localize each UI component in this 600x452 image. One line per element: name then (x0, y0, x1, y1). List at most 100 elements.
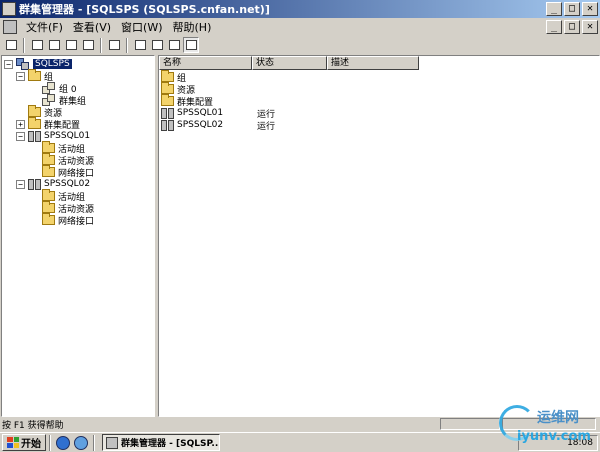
tree-label: SQLSPS (32, 58, 73, 70)
menu-view[interactable]: 查看(V) (68, 19, 116, 35)
item-status: 运行 (257, 121, 276, 132)
stop-icon (48, 40, 60, 50)
refresh-icon (108, 40, 120, 50)
tree-label: SPSSQL01 (44, 131, 91, 141)
window-title: 群集管理器 - [SQLSPS (SQLSPS.cnfan.net)] (19, 3, 270, 16)
tree-label: 网络接口 (58, 168, 95, 179)
item-name: 群集配置 (177, 97, 214, 108)
status-text: 按 F1 获得帮助 (2, 420, 64, 431)
doc-restore-button[interactable]: □ (564, 20, 580, 34)
stop-button[interactable] (46, 37, 62, 53)
tree-item-network-interfaces[interactable]: 网络接口 (42, 213, 94, 227)
taskbar-window-button[interactable]: 群集管理器 - [SQLSP... (102, 434, 220, 451)
connect-button[interactable] (3, 37, 19, 53)
clock: 18:08 (567, 438, 593, 448)
toolbar (0, 36, 600, 54)
toolbar-separator (126, 37, 128, 53)
server-icon (28, 130, 41, 142)
list-header: 名称 状态 描述 (159, 56, 419, 70)
minimize-button[interactable]: _ (546, 2, 562, 16)
column-header-name[interactable]: 名称 (159, 56, 252, 70)
details-view-icon (185, 40, 197, 50)
tree-item-network-interfaces[interactable]: 网络接口 (42, 165, 95, 179)
doc-minimize-button[interactable]: _ (546, 20, 562, 34)
folder-icon (28, 117, 41, 129)
maximize-button[interactable]: □ (564, 2, 580, 16)
list-item[interactable]: 组 (159, 70, 327, 84)
collapse-icon[interactable]: − (16, 179, 25, 189)
properties-button[interactable] (29, 37, 45, 53)
list-item[interactable]: SPSSQL01 运行 (159, 107, 327, 120)
close-button[interactable]: ✕ (582, 2, 598, 16)
menu-help[interactable]: 帮助(H) (168, 19, 217, 35)
cluster-admin-icon (2, 2, 16, 16)
group-icon (42, 94, 56, 106)
details-view-button[interactable] (183, 37, 199, 53)
list-item[interactable]: SPSSQL02 运行 (159, 119, 327, 132)
collapse-icon[interactable]: − (16, 71, 25, 81)
server-icon (28, 178, 41, 190)
folder-icon (161, 94, 174, 106)
show-desktop-icon[interactable] (74, 435, 88, 450)
group-icon (42, 82, 56, 94)
tree-pane[interactable]: − SQLSPS − 组 组 0 群集组 资源 + 群集配置 − SPSSQL0… (1, 55, 155, 417)
title-bar[interactable]: 群集管理器 - [SQLSPS (SQLSPS.cnfan.net)] _ □ … (0, 0, 600, 18)
menu-window[interactable]: 窗口(W) (116, 19, 167, 35)
taskbar-separator (49, 434, 51, 451)
delete-icon (65, 40, 77, 50)
doc-close-button[interactable]: ✕ (582, 20, 598, 34)
tree-label: 组 (44, 72, 54, 83)
folder-icon (28, 69, 41, 81)
properties-icon (31, 40, 43, 50)
taskbar: 开始 群集管理器 - [SQLSP... 18:08 (0, 432, 600, 452)
list-view-button[interactable] (166, 37, 182, 53)
tree-item-cluster-config[interactable]: + 群集配置 (16, 117, 81, 131)
small-icons-view-button[interactable] (149, 37, 165, 53)
new-button[interactable] (80, 37, 96, 53)
collapse-icon[interactable]: − (4, 59, 13, 69)
tree-item-node-spssql02[interactable]: − SPSSQL02 (16, 178, 90, 190)
tree-label: 群集配置 (44, 120, 81, 131)
folder-icon (42, 201, 55, 213)
folder-icon (42, 153, 55, 165)
internet-explorer-icon[interactable] (56, 435, 70, 450)
list-item[interactable]: 资源 (159, 82, 327, 96)
column-header-description[interactable]: 描述 (327, 56, 419, 70)
large-icons-view-button[interactable] (132, 37, 148, 53)
windows-logo-icon (7, 437, 19, 448)
expand-icon[interactable]: + (16, 119, 25, 129)
folder-icon (42, 189, 55, 201)
server-icon (161, 107, 174, 119)
tree-item-groups[interactable]: − 组 (16, 69, 54, 83)
details-list-pane[interactable]: 名称 状态 描述 组 资源 群集配置 SPSSQL01 运行 SPSSQL02 … (158, 55, 600, 417)
tree-item-cluster-group[interactable]: 群集组 (42, 94, 86, 107)
folder-icon (161, 82, 174, 94)
window-controls: _ □ ✕ (546, 2, 598, 16)
status-pane (502, 418, 596, 430)
cluster-admin-icon (106, 436, 118, 449)
delete-button[interactable] (63, 37, 79, 53)
item-name: SPSSQL01 (177, 108, 224, 118)
column-header-status[interactable]: 状态 (252, 56, 327, 70)
collapse-icon[interactable]: − (16, 131, 25, 141)
refresh-button[interactable] (106, 37, 122, 53)
folder-icon (28, 105, 41, 117)
start-button[interactable]: 开始 (2, 434, 46, 451)
menu-file[interactable]: 文件(F) (21, 19, 68, 35)
folder-icon (42, 165, 55, 177)
start-label: 开始 (21, 439, 41, 450)
large-icons-view-icon (134, 40, 146, 50)
document-menu-icon[interactable] (3, 20, 17, 34)
tree-item-group-0[interactable]: 组 0 (42, 82, 77, 95)
connect-icon (5, 40, 17, 50)
server-icon (161, 119, 174, 131)
tree-item-root[interactable]: − SQLSPS (4, 58, 73, 70)
small-icons-view-icon (151, 40, 163, 50)
task-label: 群集管理器 - [SQLSP... (121, 439, 220, 449)
list-item[interactable]: 群集配置 (159, 94, 327, 108)
folder-icon (42, 213, 55, 225)
item-name: SPSSQL02 (177, 120, 224, 130)
tree-item-node-spssql01[interactable]: − SPSSQL01 (16, 130, 90, 142)
tree-label: SPSSQL02 (44, 179, 91, 189)
menu-bar: 文件(F) 查看(V) 窗口(W) 帮助(H) _ □ ✕ (0, 18, 600, 36)
